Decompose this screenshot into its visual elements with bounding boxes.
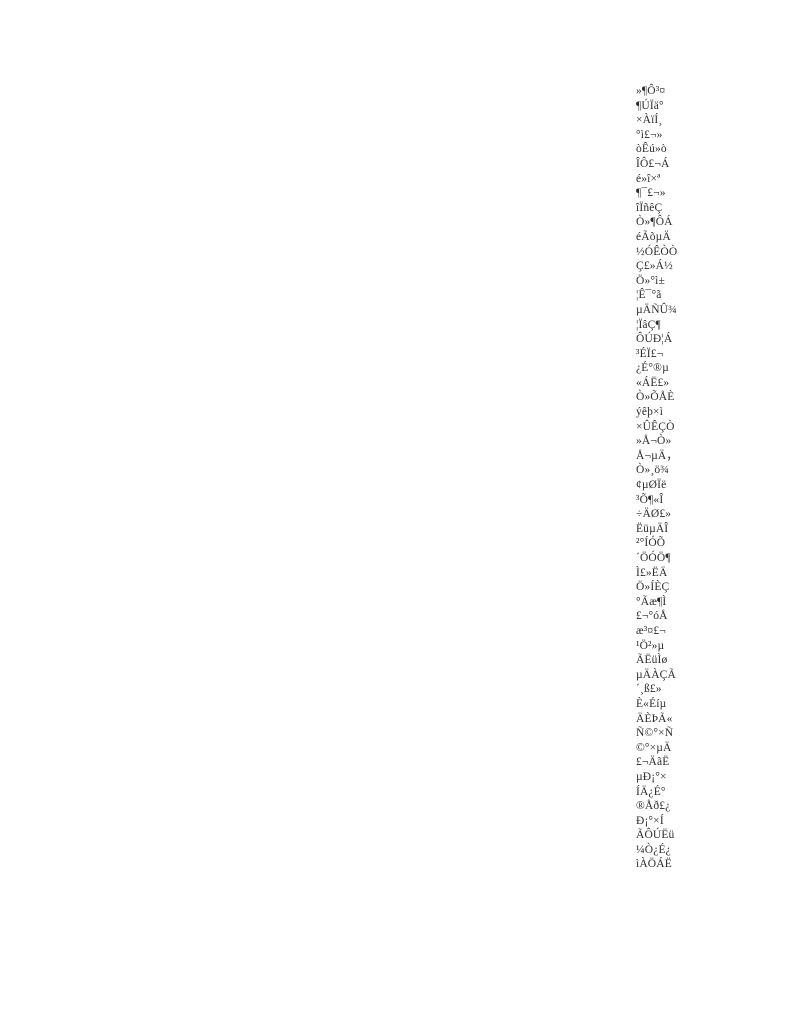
document-page: »¶Ô³¤ ¶ÚÏä° ×ÀïÍ¸ °ì£¬» òÊú»ò ÎÔ£¬Á é»î×ª ¶¯£¬»…	[0, 0, 800, 1036]
text-line: Å¬µÄ，	[636, 449, 678, 462]
text-line: ÷ÄØ£»	[636, 508, 672, 521]
text-line: òÊú»ò	[636, 143, 667, 156]
text-line: Ç£»Á½	[636, 260, 673, 273]
text-line: ýêþ×ì	[636, 406, 664, 419]
text-line: ¢µØÏë	[636, 479, 667, 492]
text-line: £¬°óÅ	[636, 610, 668, 623]
text-line: ¿É°®µ	[636, 362, 669, 375]
text-line: µÄÑÛ¾	[636, 303, 677, 316]
text-line: »¶Ô³¤	[636, 85, 666, 97]
text-line: Ñ©°×Ñ	[636, 727, 674, 740]
text-line: µÄÀÇÃ	[636, 668, 676, 681]
text-line: ´¸ß£»	[636, 683, 662, 696]
text-line: ¶¯£¬»	[636, 187, 666, 200]
text-line: µÐ¡°×	[636, 770, 667, 783]
text-line: ×ÀïÍ¸	[636, 114, 663, 127]
text-line: ËüµÄÎ	[636, 522, 669, 535]
text-line: ²°ÍÓÕ	[636, 537, 666, 550]
text-line: È«Éíµ	[636, 697, 667, 710]
text-line: ÎÔ£¬Á	[636, 157, 670, 170]
text-line: Ò»ÕÅÈ	[636, 391, 675, 404]
text-line: £¬ÄãË	[636, 756, 670, 769]
text-line: ¹Ö²»µ	[636, 639, 665, 652]
text-line: Ö»ÍÈÇ	[636, 581, 670, 594]
text-line: ®Åð£¿	[636, 800, 671, 813]
text-line: ×ÛÊÇÒ	[636, 420, 675, 433]
text-line: Ò»¸ö¾	[636, 464, 670, 477]
text-line: ´ÖÓÖ¶	[636, 552, 671, 564]
text-line: ¶ÚÏä°	[636, 99, 664, 112]
text-line: îÏñêÇ	[636, 201, 663, 214]
text-line: «ÁË£»	[636, 376, 670, 389]
text-line: °ì£¬»	[636, 128, 663, 141]
text-line: ÃËüÌø	[636, 654, 668, 667]
text-line: ÃÔÚËü	[636, 829, 675, 842]
text-line: ¦Ê¯°ã	[636, 289, 662, 302]
text-line: Ð¡°×Í	[636, 814, 664, 827]
text-line: ¦ÏâÇ¶	[636, 318, 661, 331]
text-line: ³ÉÏ£¬	[636, 347, 664, 360]
text-line: Ì£»ËÄ	[636, 566, 668, 579]
text-line: ³Õ¶«Î	[636, 493, 664, 506]
text-line: °Ãæ¶Ì	[636, 595, 667, 608]
text-line: Ò»¶ÔÁ	[636, 216, 673, 229]
garbled-text-column: »¶Ô³¤ ¶ÚÏä° ×ÀïÍ¸ °ì£¬» òÊú»ò ÎÔ£¬Á é»î×ª ¶¯£¬»…	[636, 84, 702, 872]
text-line: é»î×ª	[636, 172, 661, 185]
text-line: æ³¤£¬	[636, 624, 666, 637]
text-line: ÄÈÞÃ«	[636, 712, 673, 725]
text-line: ÔÚÐ¦Á	[636, 333, 673, 346]
text-line: ÍÄ¿É°	[636, 785, 666, 798]
text-line: ìÀÖÁË	[636, 858, 672, 871]
text-line: ©°×µÄ	[636, 741, 672, 754]
text-line: éÃõµÄ	[636, 230, 671, 243]
text-line: »Å¬Ò»	[636, 435, 672, 448]
text-line: Ö»°ì±	[636, 274, 665, 287]
text-line: ½ÓÊÒÒ	[636, 245, 678, 258]
text-line: ¼Ò¿É¿	[636, 843, 671, 856]
